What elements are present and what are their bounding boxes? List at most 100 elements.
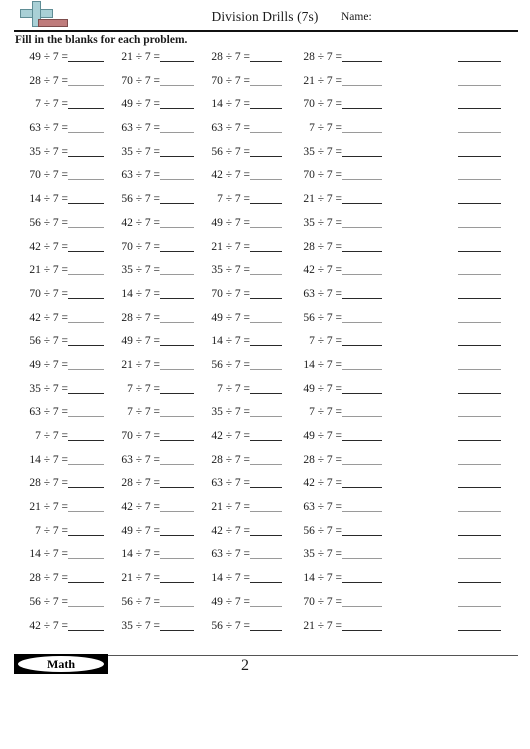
answer-blank[interactable] xyxy=(160,380,194,394)
answer-blank[interactable] xyxy=(160,356,194,370)
answer-blank[interactable] xyxy=(458,166,501,181)
answer-blank[interactable] xyxy=(160,238,194,252)
answer-blank[interactable] xyxy=(342,214,382,228)
answer-blank[interactable] xyxy=(458,309,501,323)
answer-blank[interactable] xyxy=(342,593,382,607)
answer-blank[interactable] xyxy=(68,498,104,513)
answer-blank[interactable] xyxy=(342,451,382,465)
answer-blank[interactable] xyxy=(342,143,382,157)
answer-blank[interactable] xyxy=(250,119,282,134)
answer-blank[interactable] xyxy=(160,95,194,110)
answer-blank[interactable] xyxy=(160,593,194,607)
answer-blank[interactable] xyxy=(68,238,104,252)
answer-blank[interactable] xyxy=(458,474,501,489)
answer-blank[interactable] xyxy=(160,427,194,441)
answer-blank[interactable] xyxy=(250,522,282,536)
answer-blank[interactable] xyxy=(68,95,104,110)
answer-blank[interactable] xyxy=(250,214,282,228)
answer-blank[interactable] xyxy=(68,72,104,86)
answer-blank[interactable] xyxy=(250,593,282,607)
answer-blank[interactable] xyxy=(250,285,282,299)
answer-blank[interactable] xyxy=(458,190,501,205)
answer-blank[interactable] xyxy=(250,403,282,418)
answer-blank[interactable] xyxy=(250,545,282,560)
answer-blank[interactable] xyxy=(250,95,282,110)
answer-blank[interactable] xyxy=(458,72,501,86)
answer-blank[interactable] xyxy=(68,356,104,370)
answer-blank[interactable] xyxy=(160,522,194,536)
answer-blank[interactable] xyxy=(160,309,194,323)
answer-blank[interactable] xyxy=(342,498,382,513)
answer-blank[interactable] xyxy=(68,474,104,489)
answer-blank[interactable] xyxy=(250,332,282,347)
answer-blank[interactable] xyxy=(458,214,501,228)
answer-blank[interactable] xyxy=(68,522,104,536)
answer-blank[interactable] xyxy=(342,119,382,134)
answer-blank[interactable] xyxy=(458,451,501,465)
answer-blank[interactable] xyxy=(342,427,382,441)
answer-blank[interactable] xyxy=(250,474,282,489)
answer-blank[interactable] xyxy=(160,332,194,347)
answer-blank[interactable] xyxy=(68,285,104,299)
answer-blank[interactable] xyxy=(250,143,282,157)
answer-blank[interactable] xyxy=(250,72,282,86)
answer-blank[interactable] xyxy=(160,474,194,489)
answer-blank[interactable] xyxy=(160,190,194,205)
answer-blank[interactable] xyxy=(68,617,104,631)
answer-blank[interactable] xyxy=(342,238,382,252)
answer-blank[interactable] xyxy=(342,261,382,276)
answer-blank[interactable] xyxy=(342,95,382,110)
answer-blank[interactable] xyxy=(342,474,382,489)
answer-blank[interactable] xyxy=(160,261,194,276)
answer-blank[interactable] xyxy=(342,569,382,584)
answer-blank[interactable] xyxy=(160,285,194,299)
answer-blank[interactable] xyxy=(342,522,382,536)
answer-blank[interactable] xyxy=(342,48,382,62)
answer-blank[interactable] xyxy=(68,427,104,441)
answer-blank[interactable] xyxy=(68,214,104,228)
answer-blank[interactable] xyxy=(342,166,382,181)
answer-blank[interactable] xyxy=(250,309,282,323)
answer-blank[interactable] xyxy=(68,403,104,418)
answer-blank[interactable] xyxy=(458,569,501,584)
answer-blank[interactable] xyxy=(250,498,282,513)
answer-blank[interactable] xyxy=(342,356,382,370)
answer-blank[interactable] xyxy=(250,451,282,465)
answer-blank[interactable] xyxy=(342,72,382,86)
answer-blank[interactable] xyxy=(250,427,282,441)
answer-blank[interactable] xyxy=(68,332,104,347)
answer-blank[interactable] xyxy=(458,119,501,134)
answer-blank[interactable] xyxy=(68,309,104,323)
answer-blank[interactable] xyxy=(160,451,194,465)
answer-blank[interactable] xyxy=(342,190,382,205)
answer-blank[interactable] xyxy=(160,403,194,418)
answer-blank[interactable] xyxy=(68,48,104,62)
answer-blank[interactable] xyxy=(342,380,382,394)
answer-blank[interactable] xyxy=(250,166,282,181)
answer-blank[interactable] xyxy=(458,143,501,157)
answer-blank[interactable] xyxy=(68,569,104,584)
answer-blank[interactable] xyxy=(458,261,501,276)
answer-blank[interactable] xyxy=(68,166,104,181)
answer-blank[interactable] xyxy=(250,261,282,276)
answer-blank[interactable] xyxy=(250,238,282,252)
answer-blank[interactable] xyxy=(458,48,501,62)
answer-blank[interactable] xyxy=(250,356,282,370)
answer-blank[interactable] xyxy=(160,72,194,86)
answer-blank[interactable] xyxy=(68,119,104,134)
answer-blank[interactable] xyxy=(68,545,104,560)
answer-blank[interactable] xyxy=(68,261,104,276)
answer-blank[interactable] xyxy=(250,569,282,584)
answer-blank[interactable] xyxy=(458,522,501,536)
answer-blank[interactable] xyxy=(68,451,104,465)
answer-blank[interactable] xyxy=(160,498,194,513)
answer-blank[interactable] xyxy=(458,593,501,607)
answer-blank[interactable] xyxy=(160,545,194,560)
answer-blank[interactable] xyxy=(458,545,501,560)
answer-blank[interactable] xyxy=(160,48,194,62)
answer-blank[interactable] xyxy=(160,166,194,181)
answer-blank[interactable] xyxy=(458,617,501,631)
answer-blank[interactable] xyxy=(458,285,501,299)
answer-blank[interactable] xyxy=(458,332,501,347)
answer-blank[interactable] xyxy=(458,356,501,370)
